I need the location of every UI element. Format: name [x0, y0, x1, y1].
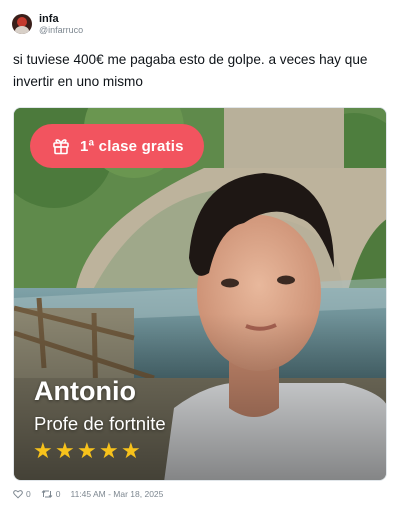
star-icon: ★: [33, 439, 53, 464]
gift-icon: [53, 139, 69, 155]
tweet-header: infa @infarruco: [12, 12, 83, 36]
retweet-button[interactable]: 0: [41, 489, 61, 499]
star-icon: ★: [99, 439, 119, 464]
retweet-icon: [41, 490, 53, 498]
tweet-text: si tuviese 400€ me pagaba esto de golpe.…: [13, 52, 368, 89]
star-icon: ★: [77, 439, 97, 464]
promo-badge: 1ª clase gratis: [30, 124, 204, 168]
tweet-footer: 0 0 11:45 AM - Mar 18, 2025: [13, 488, 173, 500]
tutor-subject: Profe de fortnite: [34, 413, 166, 434]
tweet-timestamp[interactable]: 11:45 AM - Mar 18, 2025: [70, 489, 163, 499]
like-count: 0: [26, 489, 31, 499]
like-button[interactable]: 0: [13, 489, 31, 499]
star-icon: ★: [55, 439, 75, 464]
heart-icon: [13, 490, 23, 499]
avatar[interactable]: [12, 14, 32, 34]
retweet-count: 0: [55, 489, 61, 499]
tweet-image[interactable]: 1ª clase gratis Antonio Profe de fortnit…: [13, 107, 387, 481]
promo-badge-label: 1ª clase gratis: [80, 137, 184, 155]
tutor-name: Antonio: [34, 376, 136, 406]
author-handle[interactable]: @infarruco: [39, 25, 83, 36]
author-display-name[interactable]: infa: [39, 13, 83, 25]
star-icon: ★: [121, 439, 141, 464]
author-names: infa @infarruco: [39, 13, 83, 36]
rating-stars: ★ ★ ★ ★ ★: [33, 439, 141, 464]
